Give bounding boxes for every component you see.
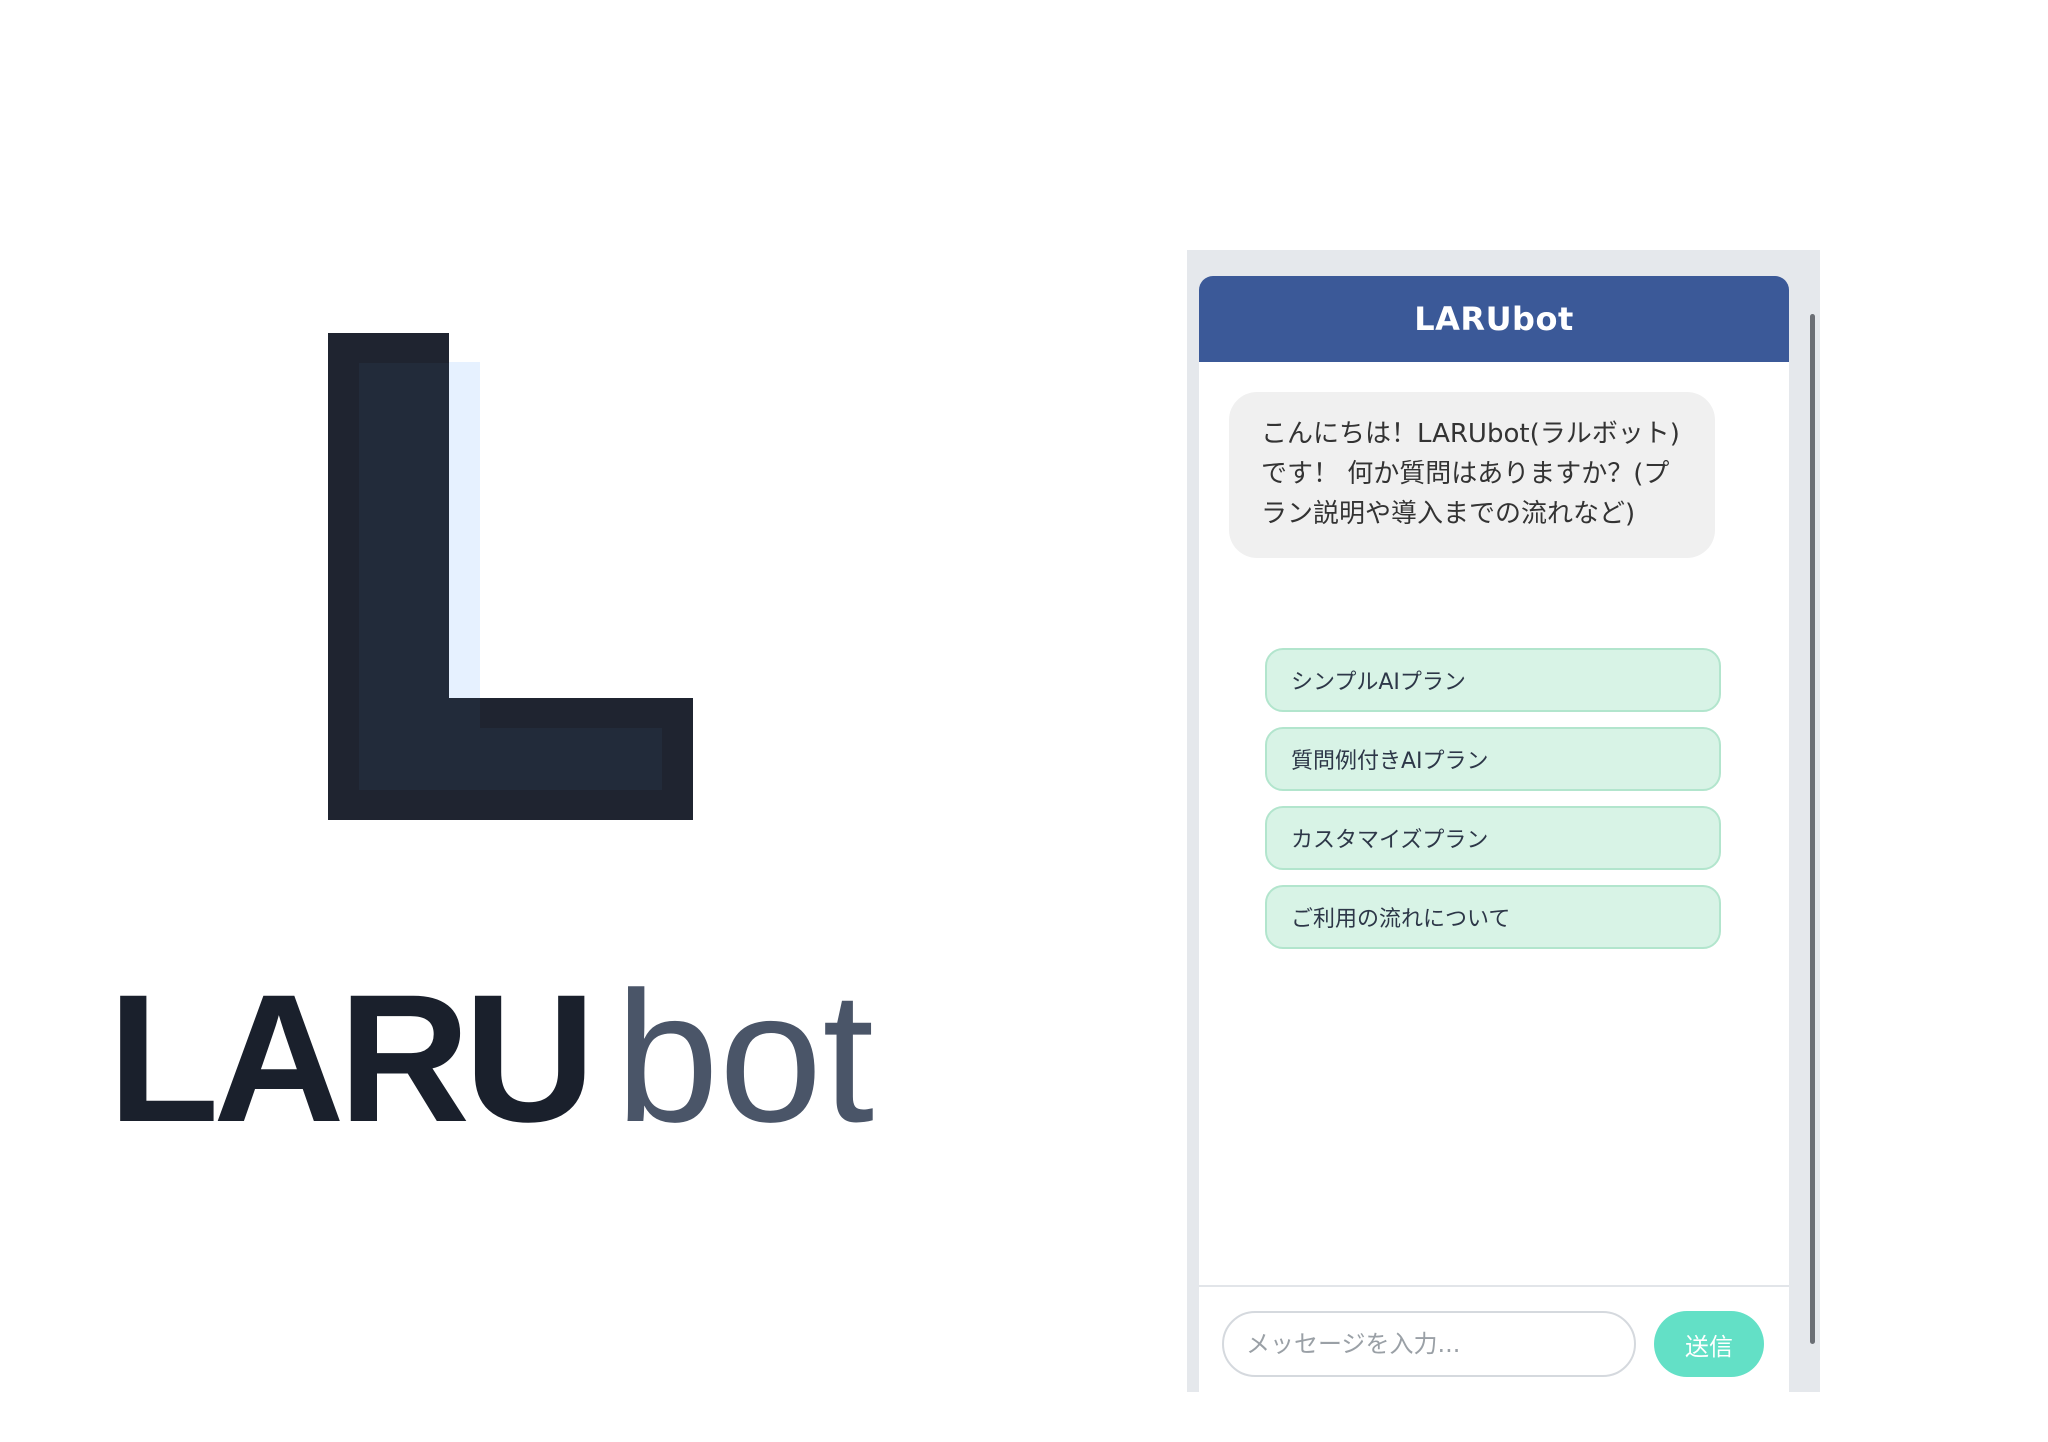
quick-reply-label: ご利用の流れについて — [1291, 907, 1511, 932]
bot-message-bubble: こんにちは！LARUbot(ラルボット)です！ 何か質問はありますか？(プラン説… — [1229, 392, 1715, 558]
quick-reply-question-example-plan[interactable]: 質問例付きAIプラン — [1265, 727, 1721, 791]
logo-mark — [328, 333, 693, 820]
quick-reply-customize-plan[interactable]: カスタマイズプラン — [1265, 806, 1721, 870]
quick-reply-simple-ai-plan[interactable]: シンプルAIプラン — [1265, 648, 1721, 712]
quick-reply-label: カスタマイズプラン — [1291, 828, 1489, 853]
quick-reply-usage-flow[interactable]: ご利用の流れについて — [1265, 885, 1721, 949]
logo-wordmark: LARU bot — [108, 965, 874, 1151]
letter-l-logo-icon — [328, 333, 693, 820]
chat-header: LARUbot — [1199, 276, 1789, 362]
chat-messages: こんにちは！LARUbot(ラルボット)です！ 何か質問はありますか？(プラン説… — [1199, 362, 1789, 1262]
chat-header-title: LARUbot — [1414, 300, 1574, 338]
logo-word-bot: bot — [615, 954, 875, 1161]
logo-word-laru: LARU — [108, 956, 595, 1160]
quick-reply-label: 質問例付きAIプラン — [1291, 749, 1489, 774]
chat-scrollbar[interactable] — [1810, 314, 1815, 1344]
quick-reply-list: シンプルAIプラン 質問例付きAIプラン カスタマイズプラン ご利用の流れについ… — [1265, 648, 1721, 964]
quick-reply-label: シンプルAIプラン — [1291, 670, 1466, 695]
chat-window: LARUbot こんにちは！LARUbot(ラルボット)です！ 何か質問はありま… — [1199, 276, 1789, 1392]
message-input[interactable] — [1222, 1311, 1636, 1377]
send-button[interactable]: 送信 — [1654, 1311, 1764, 1377]
chat-input-bar: 送信 — [1199, 1285, 1789, 1392]
